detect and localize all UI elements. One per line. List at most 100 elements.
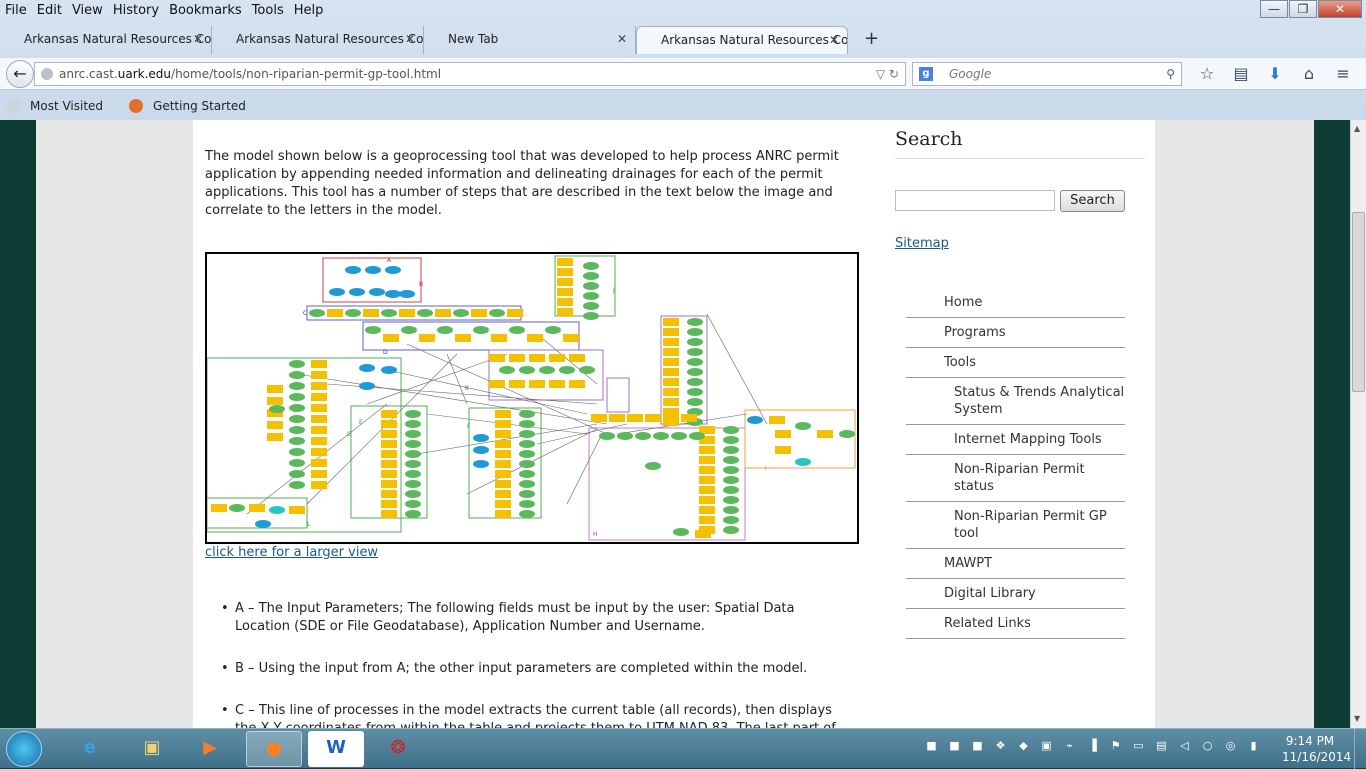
menu-tools[interactable]: Tools [247, 3, 289, 18]
bookmark-star-icon[interactable]: ☆ [1190, 62, 1224, 86]
tray-office-icon[interactable]: ■ [966, 739, 989, 757]
maximize-button[interactable]: ❐ [1289, 0, 1317, 18]
menu-file[interactable]: File [0, 3, 32, 18]
sitemap-link[interactable]: Sitemap [895, 236, 949, 251]
show-desktop-button[interactable] [1354, 729, 1366, 769]
scrollbar-thumb[interactable] [1352, 212, 1365, 392]
model-node [579, 366, 595, 374]
tray-wifi-icon[interactable]: ⌁ [1058, 739, 1081, 757]
model-node [557, 298, 573, 306]
close-tab-icon[interactable]: ✕ [617, 26, 627, 52]
model-node [723, 526, 739, 534]
tray-power-icon[interactable]: ▮ [1242, 739, 1265, 757]
menu-edit[interactable]: Edit [32, 3, 67, 18]
model-node [549, 354, 565, 362]
close-tab-icon[interactable]: ✕ [193, 26, 203, 52]
menu-view[interactable]: View [67, 3, 108, 18]
model-node [689, 432, 705, 440]
explorer-folder-icon[interactable]: ▣ [124, 731, 180, 767]
new-tab-button[interactable]: + [864, 28, 879, 49]
sidebar-item-nonriparian-gp[interactable]: Non-Riparian Permit GP tool [906, 502, 1125, 549]
minimize-button[interactable]: — [1260, 0, 1288, 18]
model-node [349, 288, 365, 296]
ie-icon[interactable]: e [62, 731, 118, 767]
close-window-button[interactable]: ✕ [1318, 0, 1362, 18]
firefox-taskbar-icon[interactable]: ● [246, 731, 302, 767]
model-node [723, 516, 739, 524]
model-node [519, 510, 535, 518]
model-node [583, 302, 599, 310]
back-button[interactable]: ← [6, 60, 34, 88]
model-node [747, 416, 763, 424]
tray-flag-icon[interactable]: ⚑ [1104, 739, 1127, 757]
url-bar[interactable]: anrc.cast.uark.edu/home/tools/non-ripari… [34, 62, 906, 86]
magnifier-icon[interactable]: ⚲ [1166, 63, 1175, 85]
tray-usb-icon[interactable]: ○ [1196, 739, 1219, 757]
tray-display-icon[interactable]: ▭ [1127, 739, 1150, 757]
sidebar-item-related-links[interactable]: Related Links [906, 609, 1125, 639]
sidebar-item-home[interactable]: Home [906, 288, 1125, 318]
model-node [473, 460, 489, 468]
sidebar-item-tools[interactable]: Tools [906, 348, 1125, 378]
model-node [699, 486, 715, 494]
vertical-scrollbar[interactable]: ▲ ▼ [1350, 120, 1366, 728]
acrobat-icon[interactable]: ❂ [370, 731, 426, 767]
model-node [311, 371, 327, 379]
word-icon[interactable]: W [308, 731, 364, 767]
model-node [495, 410, 511, 418]
search-button[interactable]: Search [1060, 190, 1125, 212]
model-node [635, 432, 651, 440]
model-node [617, 432, 633, 440]
sidebar-item-nonriparian-status[interactable]: Non-Riparian Permit status [906, 455, 1125, 502]
sidebar-item-mawpt[interactable]: MAWPT [906, 549, 1125, 579]
model-node [509, 326, 525, 334]
tab-4-active[interactable]: Arkansas Natural Resources Co... ✕ [636, 26, 848, 54]
tray-volume-icon[interactable]: ◁ [1173, 739, 1196, 757]
tray-dropbox-icon[interactable]: ❖ [989, 739, 1012, 757]
start-button[interactable] [6, 731, 42, 767]
home-icon[interactable]: ⌂ [1292, 62, 1326, 86]
bookmark-label: Most Visited [30, 98, 104, 113]
bookmark-getting-started[interactable]: Getting Started [129, 99, 256, 114]
menu-history[interactable]: History [108, 3, 164, 18]
scroll-up-icon[interactable]: ▲ [1354, 124, 1360, 133]
reading-list-icon[interactable]: ▤ [1224, 62, 1258, 86]
tray-users-icon[interactable]: ◎ [1219, 739, 1242, 757]
google-icon[interactable]: g [919, 67, 933, 81]
close-tab-icon[interactable]: ✕ [405, 26, 415, 52]
bookmark-most-visited[interactable]: Most Visited [6, 99, 113, 114]
menu-help[interactable]: Help [289, 3, 329, 18]
clock[interactable]: 9:14 PM 11/16/2014 [1282, 733, 1351, 765]
tray-shield-icon[interactable]: ◆ [1012, 739, 1035, 757]
reload-icon[interactable]: ▽ ↻ [876, 63, 899, 85]
tray-signal-icon[interactable]: ▐ [1081, 739, 1104, 757]
model-diagram-image[interactable]: A B C D E F G H I J K L [205, 252, 859, 544]
tab-1[interactable]: Arkansas Natural Resources Co... ✕ [0, 26, 212, 54]
sidebar-item-internet-mapping[interactable]: Internet Mapping Tools [906, 425, 1125, 455]
sidebar-item-programs[interactable]: Programs [906, 318, 1125, 348]
media-player-icon[interactable]: ▶ [182, 731, 238, 767]
tray-app-icon[interactable]: ■ [920, 739, 943, 757]
sidebar-item-digital-library[interactable]: Digital Library [906, 579, 1125, 609]
model-node [289, 393, 305, 401]
clock-time: 9:14 PM [1285, 734, 1335, 748]
tab-3[interactable]: New Tab ✕ [424, 26, 636, 54]
model-node [381, 410, 397, 418]
menu-hamburger-icon[interactable]: ≡ [1326, 62, 1360, 86]
tray-pdf-icon[interactable]: ■ [943, 739, 966, 757]
model-node [345, 309, 361, 317]
model-node [839, 430, 855, 438]
model-node [495, 470, 511, 478]
tray-network-icon[interactable]: ▤ [1150, 739, 1173, 757]
download-icon[interactable]: ⬇ [1258, 62, 1292, 86]
larger-view-link[interactable]: click here for a larger view [205, 545, 378, 560]
tab-2[interactable]: Arkansas Natural Resources Co... ✕ [212, 26, 424, 54]
sidebar-item-status-trends[interactable]: Status & Trends Analytical System [906, 378, 1125, 425]
scroll-down-icon[interactable]: ▼ [1354, 714, 1360, 723]
search-engine-input[interactable]: g Google ⚲ [912, 62, 1182, 86]
close-tab-icon[interactable]: ✕ [829, 27, 839, 53]
menu-bookmarks[interactable]: Bookmarks [164, 3, 247, 18]
site-search-input[interactable] [895, 190, 1055, 211]
model-node [363, 309, 379, 317]
tray-monitor-icon[interactable]: ▣ [1035, 739, 1058, 757]
